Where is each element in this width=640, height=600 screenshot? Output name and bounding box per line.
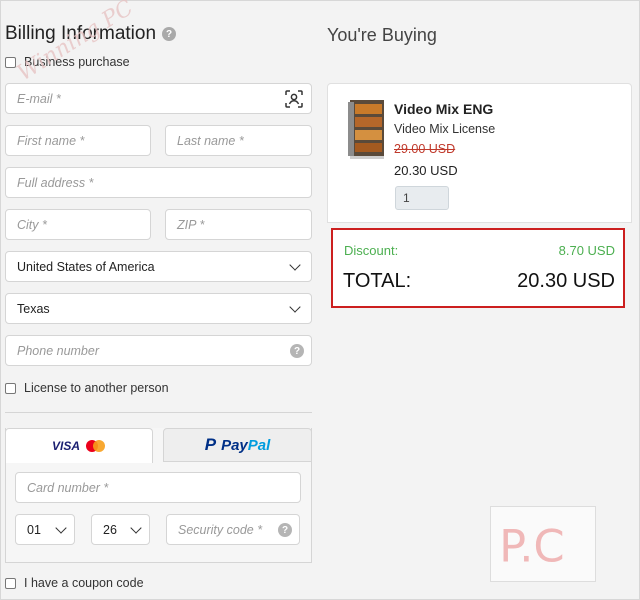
mastercard-icon xyxy=(86,440,106,452)
product-box-image xyxy=(348,100,384,159)
first-name-placeholder: First name * xyxy=(17,133,85,148)
tab-paypal[interactable]: P PayPal xyxy=(163,428,312,462)
license-other-row[interactable]: License to another person xyxy=(5,381,169,395)
paypal-logo: PayPal xyxy=(221,437,270,454)
chevron-down-icon xyxy=(55,521,67,534)
chevron-down-icon xyxy=(289,300,301,313)
paypal-pal-text: Pal xyxy=(247,436,271,454)
phone-field[interactable]: Phone number ? xyxy=(5,335,312,366)
email-field[interactable]: E-mail * xyxy=(5,83,312,114)
help-icon[interactable]: ? xyxy=(162,27,177,41)
license-other-checkbox[interactable] xyxy=(5,382,16,394)
state-select[interactable]: Texas xyxy=(5,293,312,324)
face-scan-icon[interactable] xyxy=(285,90,303,108)
state-value: Texas xyxy=(17,301,50,316)
card-number-field[interactable]: Card number * xyxy=(15,472,301,503)
coupon-label: I have a coupon code xyxy=(24,576,144,590)
zip-field[interactable]: ZIP * xyxy=(165,209,312,240)
city-placeholder: City * xyxy=(17,217,47,232)
zip-placeholder: ZIP * xyxy=(177,217,205,232)
watermark-logo: P.C xyxy=(490,506,596,582)
paypal-icon: P xyxy=(204,435,217,454)
discount-value: 8.70 USD xyxy=(558,243,615,258)
city-field[interactable]: City * xyxy=(5,209,151,240)
tab-card[interactable]: VISA xyxy=(5,428,153,463)
license-other-label: License to another person xyxy=(24,381,169,395)
chevron-down-icon xyxy=(130,521,142,534)
cart-title: You're Buying xyxy=(327,25,437,45)
discount-label: Discount: xyxy=(344,243,399,258)
visa-logo: VISA xyxy=(51,439,80,453)
security-code-placeholder: Security code * xyxy=(178,522,263,537)
month-select[interactable]: 01 xyxy=(15,514,75,545)
security-code-field[interactable]: Security code * ? xyxy=(166,514,300,545)
full-address-placeholder: Full address * xyxy=(17,175,94,190)
full-address-field[interactable]: Full address * xyxy=(5,167,312,198)
total-value: 20.30 USD xyxy=(517,270,615,292)
total-label: TOTAL: xyxy=(343,270,412,292)
old-price: 29.00 USD xyxy=(394,142,456,156)
product-license: Video Mix License xyxy=(394,122,496,136)
coupon-checkbox[interactable] xyxy=(5,577,16,589)
quantity-input[interactable]: 1 xyxy=(395,186,449,210)
chevron-down-icon xyxy=(289,258,301,271)
year-select[interactable]: 26 xyxy=(91,514,150,545)
last-name-placeholder: Last name * xyxy=(177,133,244,148)
coupon-row[interactable]: I have a coupon code xyxy=(5,576,144,590)
country-value: United States of America xyxy=(17,259,155,274)
last-name-field[interactable]: Last name * xyxy=(165,125,312,156)
year-value: 26 xyxy=(103,522,117,537)
new-price: 20.30 USD xyxy=(394,163,458,178)
help-icon[interactable]: ? xyxy=(290,344,304,358)
help-icon[interactable]: ? xyxy=(278,523,292,537)
month-value: 01 xyxy=(27,522,41,537)
card-number-placeholder: Card number * xyxy=(27,480,109,495)
paypal-pay-text: Pay xyxy=(221,436,248,454)
email-placeholder: E-mail * xyxy=(17,91,61,106)
country-select[interactable]: United States of America xyxy=(5,251,312,282)
section-divider xyxy=(5,412,312,413)
first-name-field[interactable]: First name * xyxy=(5,125,151,156)
totals-box: Discount: 8.70 USD TOTAL: 20.30 USD xyxy=(331,228,625,308)
product-name: Video Mix ENG xyxy=(394,101,494,117)
watermark-logo-text: P.C xyxy=(499,520,565,573)
phone-placeholder: Phone number xyxy=(17,343,100,358)
